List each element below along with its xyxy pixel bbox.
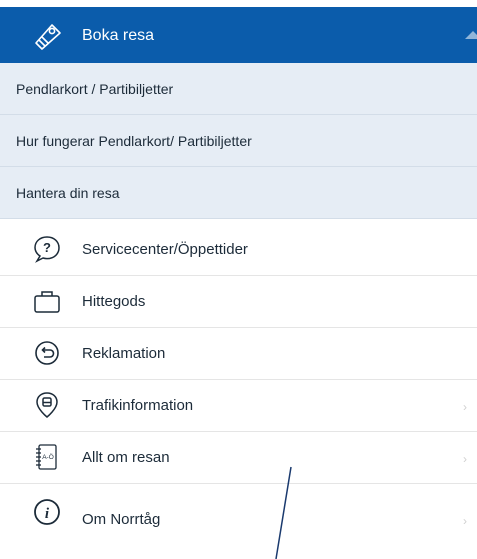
submenu-item-hantera-resa[interactable]: Hantera din resa xyxy=(0,167,477,219)
menu-item-label: Hittegods xyxy=(82,293,146,310)
chevron-right-icon: › xyxy=(463,452,467,466)
menu-item-om-norrtag[interactable]: i Om Norrtåg › xyxy=(0,484,477,559)
submenu-item-hur-fungerar[interactable]: Hur fungerar Pendlarkort/ Partibiljetter xyxy=(0,115,477,167)
menu-item-label: Trafikinformation xyxy=(82,397,194,414)
location-train-icon xyxy=(36,392,58,418)
submenu-item-label: Hantera din resa xyxy=(16,185,120,201)
svg-text:?: ? xyxy=(43,240,51,255)
menu-item-reklamation[interactable]: Reklamation xyxy=(0,328,477,380)
question-chat-icon: ? xyxy=(34,236,60,263)
ticket-icon xyxy=(35,24,61,50)
menu-item-label: Servicecenter/Öppettider xyxy=(82,241,248,258)
bag-icon xyxy=(34,291,60,313)
notebook-az-icon: A-Ö xyxy=(36,444,57,470)
menu-item-hittegods[interactable]: Hittegods xyxy=(0,276,477,328)
return-arrow-icon xyxy=(35,341,59,365)
submenu-item-pendlarkort[interactable]: Pendlarkort / Partibiljetter xyxy=(0,63,477,115)
menu-item-label: Allt om resan xyxy=(82,449,170,466)
menu-item-servicecenter[interactable]: ? Servicecenter/Öppettider xyxy=(0,224,477,276)
submenu-item-label: Hur fungerar Pendlarkort/ Partibiljetter xyxy=(16,133,252,149)
menu-header-label: Boka resa xyxy=(82,27,155,44)
chevron-right-icon: › xyxy=(463,400,467,414)
menu-item-label: Reklamation xyxy=(82,345,166,362)
menu-item-allt-om-resan[interactable]: A-Ö Allt om resan › xyxy=(0,432,477,484)
menu-item-label: Om Norrtåg xyxy=(82,511,161,528)
svg-text:i: i xyxy=(45,506,50,522)
chevron-up-icon xyxy=(465,31,477,39)
submenu-item-label: Pendlarkort / Partibiljetter xyxy=(16,81,174,97)
menu-item-trafikinformation[interactable]: Trafikinformation › xyxy=(0,380,477,432)
svg-text:A-Ö: A-Ö xyxy=(42,453,54,461)
chevron-right-icon: › xyxy=(463,514,467,528)
menu-header-boka-resa[interactable]: Boka resa xyxy=(0,7,477,63)
info-icon: i xyxy=(34,499,60,525)
